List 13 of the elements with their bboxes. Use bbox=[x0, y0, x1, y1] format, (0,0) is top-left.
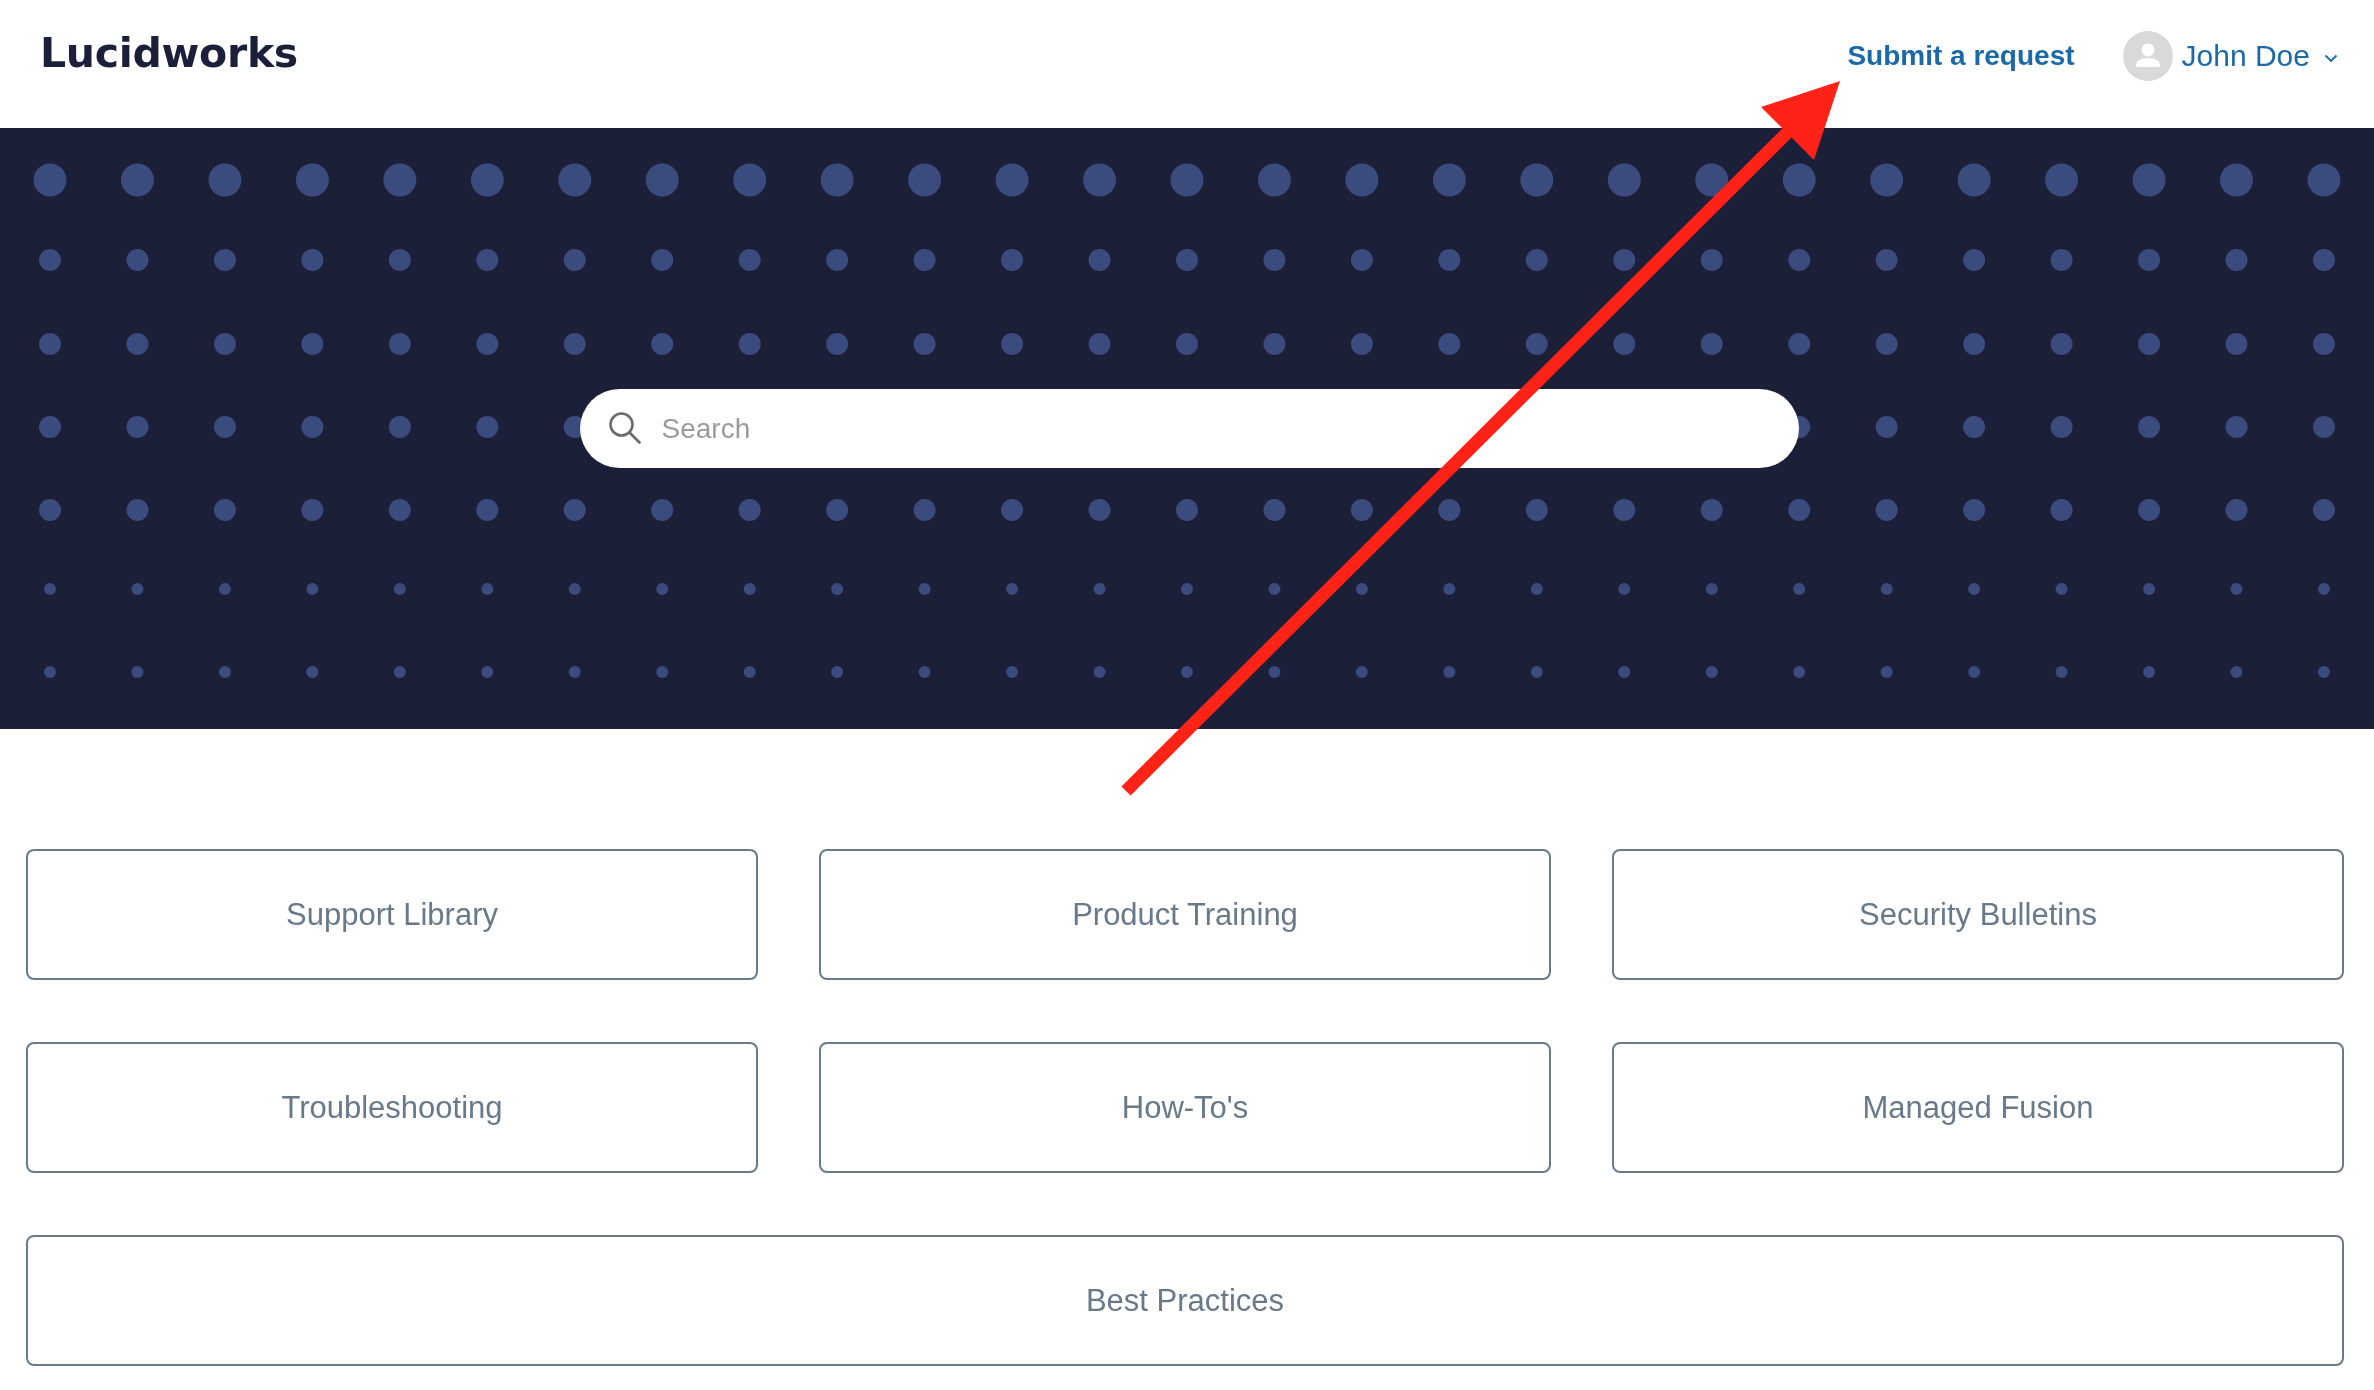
caret-icon[interactable] bbox=[2324, 53, 2338, 63]
category-tile[interactable]: How-To's bbox=[819, 1042, 1551, 1173]
category-tile[interactable]: Support Library bbox=[26, 849, 758, 980]
category-tile[interactable]: Troubleshooting bbox=[26, 1042, 758, 1173]
submit-request-link[interactable]: Submit a request bbox=[1847, 40, 2075, 72]
category-tile[interactable]: Product Training bbox=[819, 849, 1551, 980]
category-tile[interactable]: Security Bulletins bbox=[1612, 849, 2344, 980]
search-field[interactable]: Search bbox=[579, 389, 1799, 468]
category-tile[interactable]: Best Practices bbox=[26, 1235, 2344, 1366]
category-tile[interactable]: Managed Fusion bbox=[1612, 1042, 2344, 1173]
search-icon bbox=[607, 411, 642, 445]
user-menu[interactable]: John Doe bbox=[2181, 39, 2310, 73]
logo-wordmark[interactable]: Lucidworks bbox=[40, 18, 298, 88]
